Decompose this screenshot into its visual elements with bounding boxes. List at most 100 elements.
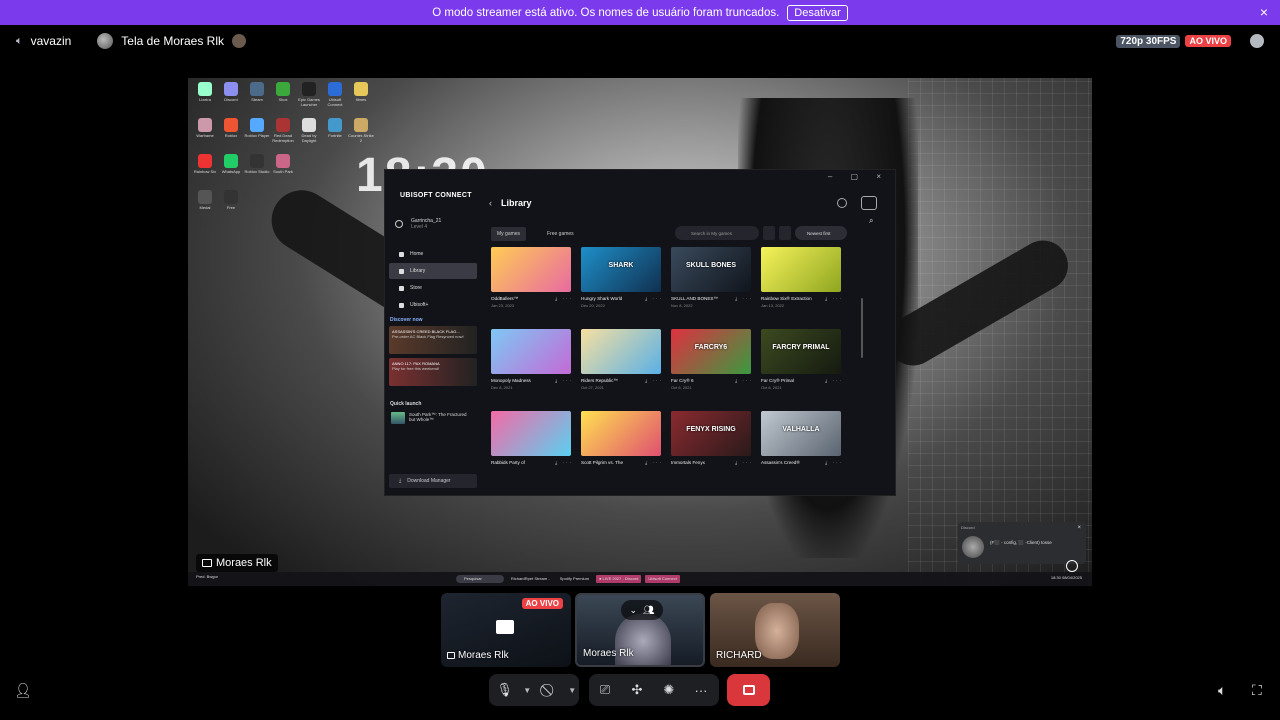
game-cover[interactable] [491,411,571,456]
download-icon[interactable]: ⤓ ··· [825,460,843,465]
game-cover[interactable] [491,329,571,374]
scrollbar[interactable] [861,298,863,358]
game-cover[interactable]: FARCRY PRIMAL [761,329,841,374]
desktop-icon[interactable]: Medal [192,190,218,220]
desktop-icon[interactable]: South Park [270,154,296,184]
game-card[interactable]: SKULL BONES SKULL AND BONES™ ⤓ ··· Nov 8, 2… [671,247,753,319]
download-icon[interactable]: ⤓ ··· [825,296,843,301]
tab-my-games[interactable]: My games [491,227,527,241]
desktop-icon[interactable]: Free [218,190,244,220]
close-icon[interactable]: × [1077,525,1081,531]
chevron-down-icon[interactable]: ▼ [520,686,534,695]
game-cover[interactable]: FARCRY6 [671,329,751,374]
ubisoft-connect-window[interactable]: – ▢ × UBISOFT CONNECT Garrincha_21 Level… [384,169,896,496]
camera-off-icon[interactable]: ⃠ [534,674,565,706]
volume-icon[interactable]: 🔈︎ [1218,682,1226,699]
desktop-icon[interactable]: Xbox [270,82,296,112]
game-cover[interactable]: SHARK [581,247,661,292]
game-cover[interactable]: FENYX RISING [671,411,751,456]
download-icon[interactable]: ⤓ ··· [735,378,753,383]
desktop-icon[interactable]: Ubisoft Connect [322,82,348,112]
nav-item-home[interactable]: Home [389,246,477,262]
game-cover[interactable] [491,247,571,292]
game-card[interactable]: VALHALLA Assassin's Creed® ⤓ ··· [761,411,843,483]
nav-item-store[interactable]: Store [389,280,477,296]
desktop-icon[interactable]: Rainbow Six [192,154,218,184]
desktop-icon[interactable]: Roblox Studio [244,154,270,184]
game-cover[interactable] [761,247,841,292]
taskbar-search[interactable]: Pesquisar [456,575,504,583]
game-cover[interactable]: SKULL BONES [671,247,751,292]
download-icon[interactable]: ⤓ ··· [735,460,753,465]
taskbar-app[interactable]: Spotify Premium [557,575,592,583]
desktop-icon[interactable]: WhatsApp [218,154,244,184]
game-card[interactable]: SHARK Hungry Shark World ⤓ ··· Dec 20, 2022 [581,247,663,319]
game-card[interactable]: Rabbids Party of ⤓ ··· [491,411,573,483]
sort-dropdown[interactable]: Newest first [795,226,847,240]
desktop-icon[interactable]: Red Dead Redemption [270,118,296,148]
activities-icon[interactable]: ✣ [621,674,653,706]
desktop-icon[interactable]: Lixeira [192,82,218,112]
soundboard-icon[interactable]: ✺ [653,674,685,706]
desktop-icon[interactable]: filmes [348,82,374,112]
window-controls[interactable]: – ▢ × [828,172,889,181]
filter-icon[interactable] [779,226,791,240]
desktop-icon[interactable]: Roblox [218,118,244,148]
participant-tile-moraes[interactable]: ⌄ 👥︎ Moraes Rlk [575,593,705,667]
tab-free-games[interactable]: Free games [541,227,580,241]
chevron-down-icon[interactable]: ▼ [565,686,579,695]
game-card[interactable]: Rainbow Six® Extraction ⤓ ··· Jan 13, 2022 [761,247,843,319]
desktop-icon[interactable]: Warframe [192,118,218,148]
download-icon[interactable]: ⤓ ··· [555,460,573,465]
download-icon[interactable]: ⤓ ··· [645,296,663,301]
participant-tile-richard[interactable]: RICHARD [710,593,840,667]
nav-item-library[interactable]: Library [389,263,477,279]
library-search-input[interactable]: Search in My games [675,226,759,240]
game-card[interactable]: FARCRY PRIMAL Far Cry® Primal ⤓ ··· Oct 6, … [761,329,843,401]
download-manager-button[interactable]: ⤓ Download Manager [389,474,477,488]
download-icon[interactable]: ⤓ ··· [555,296,573,301]
zoom-icon[interactable] [1066,560,1078,572]
user-profile[interactable]: Garrincha_21 Level 4 [411,218,441,230]
nav-item-ubisoft[interactable]: Ubisoft+ [389,297,477,313]
download-icon[interactable]: ⤓ ··· [825,378,843,383]
desktop-icon[interactable]: Fortnite [322,118,348,148]
chat-icon[interactable] [1250,34,1264,48]
promo-banner[interactable]: ANNO 117: PAX ROMANA Play for free this w… [389,358,477,386]
weather-widget[interactable]: Pred. Bwgor [196,575,218,579]
game-card[interactable]: Scott Pilgrim vs. The ⤓ ··· [581,411,663,483]
channel-name[interactable]: vavazin [31,34,72,48]
back-icon[interactable]: ‹ [489,198,492,208]
game-card[interactable]: Monopoly Madness ⤓ ··· Dec 8, 2021 [491,329,573,401]
desktop-icon[interactable]: Dead by Daylight [296,118,322,148]
download-icon[interactable]: ⤓ ··· [645,378,663,383]
discord-notification[interactable]: Discord × (F⬛ - config, ⬛ -Client) tosse [958,522,1086,564]
invite-user-icon[interactable]: 👤︎ [14,682,32,699]
more-button[interactable]: ··· [685,674,717,706]
desktop-icon[interactable]: Counter-Strike 2 [348,118,374,148]
taskbar-app[interactable]: Ubisoft Connect [645,575,680,583]
disconnect-button[interactable] [727,674,770,706]
taskbar-app[interactable]: RichardRpet Stream - [508,575,553,583]
help-icon[interactable] [837,198,847,208]
disable-streamer-mode-button[interactable]: Desativar [787,4,848,21]
list-view-icon[interactable] [763,226,775,240]
search-icon[interactable]: ⌕ [869,216,873,226]
desktop-icon[interactable]: Roblox Player [244,118,270,148]
desktop-icon[interactable]: Epic Games Launcher [296,82,322,112]
chevron-down-icon[interactable]: ⌄ [630,605,638,616]
stream-view[interactable]: Lixeira Discord Steam Xbox Epic Games Launch… [188,78,1092,586]
screen-share-icon[interactable]: ⎚ [589,674,621,706]
game-cover[interactable] [581,411,661,456]
close-icon[interactable]: × [1260,4,1268,20]
game-cover[interactable] [581,329,661,374]
game-card[interactable]: OddBallers™ ⤓ ··· Jan 23, 2023 [491,247,573,319]
fullscreen-icon[interactable]: ⛶ [1252,682,1262,699]
download-icon[interactable]: ⤓ ··· [645,460,663,465]
users-icon[interactable]: 👥︎ [643,605,654,616]
promo-banner[interactable]: ASSASSIN'S CREED BLACK FLAG... Pre-order … [389,326,477,354]
desktop-icon[interactable]: Steam [244,82,270,112]
participant-tile-stream[interactable]: AO VIVO Moraes Rlk [441,593,571,667]
game-card[interactable]: Riders Republic™ ⤓ ··· Oct 27, 2021 [581,329,663,401]
download-icon[interactable]: ⤓ ··· [555,378,573,383]
